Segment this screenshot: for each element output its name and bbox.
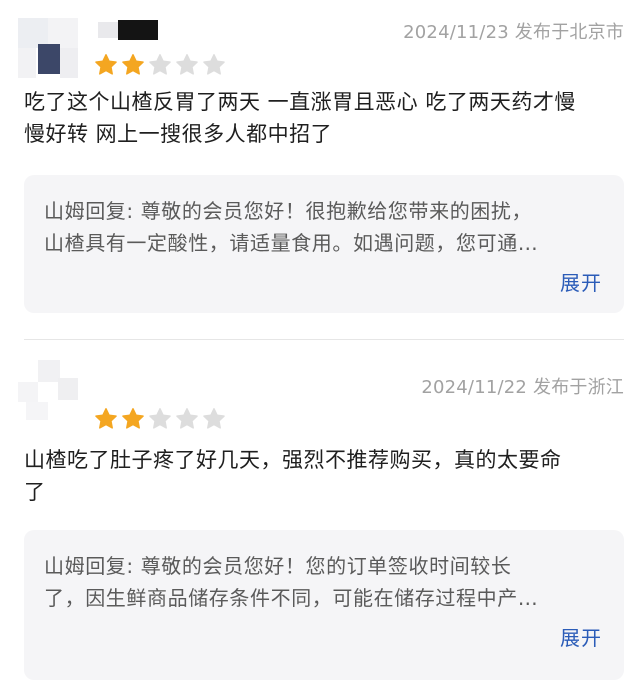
review-content: 山楂吃了肚子疼了好几天，强烈不推荐购买，真的太要命 了 — [24, 444, 624, 508]
rating-stars — [94, 53, 226, 77]
review-content-line: 吃了这个山楂反胃了两天 一直涨胃且恶心 吃了两天药才慢 — [24, 90, 576, 114]
post-date: 2024/11/23 — [403, 22, 509, 43]
reply-line: 了，因生鲜商品储存条件不同，可能在储存过程中产… — [44, 586, 539, 610]
star-empty-icon — [149, 54, 171, 75]
post-meta: 2024/11/22 发布于浙江 — [421, 373, 624, 399]
review-content-line: 山楂吃了肚子疼了好几天，强烈不推荐购买，真的太要命 — [24, 448, 562, 472]
username-redacted[interactable] — [98, 20, 160, 40]
reply-text: 山姆回复: 尊敬的会员您好！您的订单签收时间较长 了，因生鲜商品储存条件不同，可… — [44, 550, 609, 614]
star-filled-icon — [122, 54, 144, 75]
merchant-reply: 山姆回复: 尊敬的会员您好！很抱歉给您带来的困扰， 山楂具有一定酸性，请适量食用… — [24, 175, 624, 313]
star-filled-icon — [122, 408, 144, 429]
reply-text: 山姆回复: 尊敬的会员您好！很抱歉给您带来的困扰， 山楂具有一定酸性，请适量食用… — [44, 195, 609, 259]
expand-reply-link[interactable]: 展开 — [560, 622, 602, 651]
merchant-reply: 山姆回复: 尊敬的会员您好！您的订单签收时间较长 了，因生鲜商品储存条件不同，可… — [24, 530, 624, 680]
star-empty-icon — [176, 54, 198, 75]
reply-line: 山姆回复: 尊敬的会员您好！很抱歉给您带来的困扰， — [44, 199, 533, 223]
reply-line: 山姆回复: 尊敬的会员您好！您的订单签收时间较长 — [44, 554, 512, 578]
avatar[interactable] — [18, 360, 78, 420]
expand-reply-link[interactable]: 展开 — [560, 267, 602, 296]
star-empty-icon — [203, 54, 225, 75]
rating-stars — [94, 407, 226, 431]
star-empty-icon — [203, 408, 225, 429]
review-card: 2024/11/22 发布于浙江 山楂吃了肚子疼了好几天，强烈不推荐购买，真的太… — [0, 340, 634, 680]
post-date: 2024/11/22 — [421, 377, 528, 398]
review-content-line: 慢好转 网上一搜很多人都中招了 — [24, 122, 333, 146]
star-empty-icon — [176, 408, 198, 429]
reply-line: 山楂具有一定酸性，请适量食用。如遇问题，您可通… — [44, 231, 539, 255]
star-filled-icon — [95, 408, 117, 429]
review-card: 2024/11/23 发布于北京市 吃了这个山楂反胃了两天 一直涨胃且恶心 吃了… — [0, 0, 634, 330]
post-meta: 2024/11/23 发布于北京市 — [403, 18, 624, 44]
post-location: 发布于浙江 — [533, 377, 624, 398]
post-location: 发布于北京市 — [514, 22, 624, 43]
avatar[interactable] — [18, 18, 78, 78]
review-content: 吃了这个山楂反胃了两天 一直涨胃且恶心 吃了两天药才慢 慢好转 网上一搜很多人都… — [24, 86, 624, 150]
star-empty-icon — [149, 408, 171, 429]
star-filled-icon — [95, 54, 117, 75]
review-content-line: 了 — [24, 480, 46, 504]
